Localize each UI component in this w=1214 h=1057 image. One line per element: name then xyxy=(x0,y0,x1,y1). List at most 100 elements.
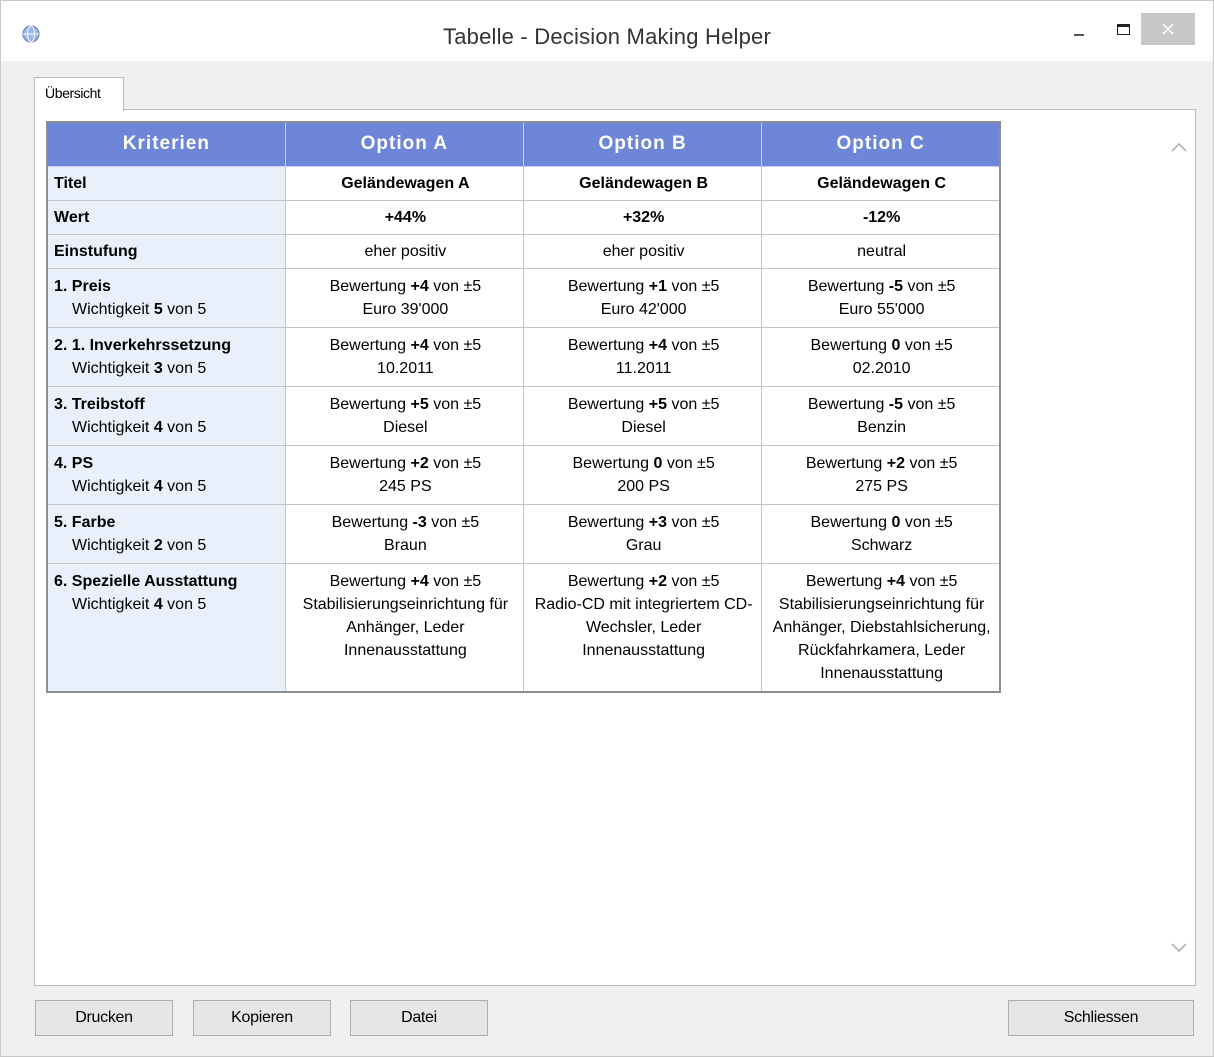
rating-line: Bewertung +5 von ±5 xyxy=(292,393,519,416)
importance-suffix: von 5 xyxy=(167,536,207,554)
importance-suffix: von 5 xyxy=(167,595,207,613)
close-window-button[interactable] xyxy=(1141,13,1195,45)
rating-score: +3 xyxy=(648,513,668,531)
rating-prefix: Bewertung xyxy=(329,572,407,590)
option-detail: 245 PS xyxy=(379,477,432,495)
table-cell: neutral xyxy=(761,233,1001,269)
importance-prefix: Wichtigkeit xyxy=(72,300,150,318)
table-cell: Geländewagen C xyxy=(761,165,1001,201)
rating-suffix: von ±5 xyxy=(907,277,956,295)
criterion-name: 1. Preis xyxy=(54,277,111,295)
option-detail: Benzin xyxy=(857,418,907,436)
rating-prefix: Bewertung xyxy=(567,336,645,354)
criterion-cell: 6. Spezielle Ausstattung Wichtigkeit 4 vo… xyxy=(46,562,286,692)
option-cell: Bewertung +4 von ±5 Stabilisierungseinric… xyxy=(761,562,1001,692)
importance-line: Wichtigkeit 3 von 5 xyxy=(54,357,281,380)
rating-line: Bewertung 0 von ±5 xyxy=(530,452,757,475)
rating-suffix: von ±5 xyxy=(666,454,715,472)
criterion-cell: 4. PS Wichtigkeit 4 von 5 xyxy=(46,444,286,505)
option-detail: Grau xyxy=(625,536,662,554)
rating-score: +4 xyxy=(410,572,429,590)
option-cell: Bewertung +2 von ±5 275 PS xyxy=(761,444,1001,505)
rating-score: -3 xyxy=(412,513,427,531)
rating-score: +4 xyxy=(648,336,668,354)
rating-prefix: Bewertung xyxy=(329,277,407,295)
rating-line: Bewertung +4 von ±5 xyxy=(768,570,995,593)
rating-line: Bewertung +2 von ±5 xyxy=(530,570,757,593)
rating-score: +5 xyxy=(648,395,668,413)
print-button[interactable]: Drucken xyxy=(35,1000,173,1036)
option-cell: Bewertung -5 von ±5 Benzin xyxy=(761,385,1001,446)
header-option-c: Option C xyxy=(761,121,1001,167)
table-cell: eher positiv xyxy=(284,233,525,269)
rating-score: +2 xyxy=(648,572,668,590)
option-cell: Bewertung -5 von ±5 Euro 55'000 xyxy=(761,267,1001,328)
rating-score: 0 xyxy=(891,513,901,531)
rating-score: 0 xyxy=(891,336,901,354)
option-cell: Bewertung +2 von ±5 245 PS xyxy=(284,444,525,505)
option-cell: Bewertung +3 von ±5 Grau xyxy=(522,503,763,564)
criterion-name: 4. PS xyxy=(54,454,94,472)
header-criteria: Kriterien xyxy=(46,121,286,167)
option-cell: Bewertung +4 von ±5 Euro 39'000 xyxy=(284,267,525,328)
option-detail: 11.2011 xyxy=(615,359,672,377)
tab-uebersicht[interactable]: Übersicht xyxy=(34,77,124,111)
table-row: Einstufung eher positiv eher positiv neu… xyxy=(46,233,1001,269)
rating-line: Bewertung 0 von ±5 xyxy=(768,511,995,534)
rating-score: -5 xyxy=(888,277,904,295)
option-cell: Bewertung +4 von ±5 11.2011 xyxy=(522,326,763,387)
rating-suffix: von ±5 xyxy=(909,454,958,472)
importance-line: Wichtigkeit 4 von 5 xyxy=(54,416,281,439)
rating-score: +2 xyxy=(886,454,906,472)
rating-prefix: Bewertung xyxy=(805,454,883,472)
rating-suffix: von ±5 xyxy=(433,336,482,354)
title-bar[interactable]: Tabelle - Decision Making Helper xyxy=(1,1,1213,61)
importance-prefix: Wichtigkeit xyxy=(72,536,150,554)
rating-suffix: von ±5 xyxy=(433,572,482,590)
criterion-cell: 5. Farbe Wichtigkeit 2 von 5 xyxy=(46,503,286,564)
option-detail: 10.2011 xyxy=(377,359,434,377)
rating-prefix: Bewertung xyxy=(807,277,885,295)
table-row: 5. Farbe Wichtigkeit 2 von 5 Bewertung -3 … xyxy=(46,503,1001,564)
option-detail: Stabilisierungseinrichtung für Anhänger,… xyxy=(302,595,509,659)
rating-suffix: von ±5 xyxy=(904,336,953,354)
option-detail: Schwarz xyxy=(850,536,913,554)
maximize-button[interactable] xyxy=(1107,13,1139,45)
table-row: 3. Treibstoff Wichtigkeit 4 von 5 Bewertun… xyxy=(46,385,1001,446)
rating-prefix: Bewertung xyxy=(810,513,888,531)
option-detail: Euro 55'000 xyxy=(838,300,925,318)
rating-prefix: Bewertung xyxy=(572,454,650,472)
minimize-button[interactable] xyxy=(1063,13,1095,45)
rating-score: +5 xyxy=(410,395,429,413)
chevron-up-icon[interactable] xyxy=(1169,138,1189,158)
close-button[interactable]: Schliessen xyxy=(1008,1000,1194,1036)
criterion-cell: 2. 1. Inverkehrssetzung Wichtigkeit 3 von… xyxy=(46,326,286,387)
option-detail: Braun xyxy=(384,536,427,554)
rating-prefix: Bewertung xyxy=(329,336,407,354)
importance-line: Wichtigkeit 4 von 5 xyxy=(54,475,281,498)
importance-prefix: Wichtigkeit xyxy=(72,477,150,495)
importance-line: Wichtigkeit 4 von 5 xyxy=(54,593,281,616)
importance-prefix: Wichtigkeit xyxy=(72,418,150,436)
file-button[interactable]: Datei xyxy=(350,1000,488,1036)
table-cell: +44% xyxy=(284,199,525,235)
rating-prefix: Bewertung xyxy=(331,513,409,531)
rating-score: +4 xyxy=(886,572,906,590)
importance-value: 3 xyxy=(153,359,163,377)
table-row: 6. Spezielle Ausstattung Wichtigkeit 4 vo… xyxy=(46,562,1001,692)
copy-button[interactable]: Kopieren xyxy=(193,1000,331,1036)
rating-prefix: Bewertung xyxy=(567,513,645,531)
table-row: 4. PS Wichtigkeit 4 von 5 Bewertung +2 von… xyxy=(46,444,1001,505)
rating-prefix: Bewertung xyxy=(329,395,407,413)
option-cell: Bewertung +4 von ±5 Stabilisierungseinric… xyxy=(284,562,525,692)
rating-line: Bewertung +5 von ±5 xyxy=(530,393,757,416)
table-cell: +32% xyxy=(522,199,763,235)
chevron-down-icon[interactable] xyxy=(1169,937,1189,957)
rating-score: +4 xyxy=(410,277,429,295)
rating-line: Bewertung +2 von ±5 xyxy=(768,452,995,475)
table-cell: Geländewagen B xyxy=(522,165,763,201)
criterion-cell: 3. Treibstoff Wichtigkeit 4 von 5 xyxy=(46,385,286,446)
rating-suffix: von ±5 xyxy=(671,395,720,413)
criterion-cell: 1. Preis Wichtigkeit 5 von 5 xyxy=(46,267,286,328)
importance-value: 2 xyxy=(153,536,163,554)
